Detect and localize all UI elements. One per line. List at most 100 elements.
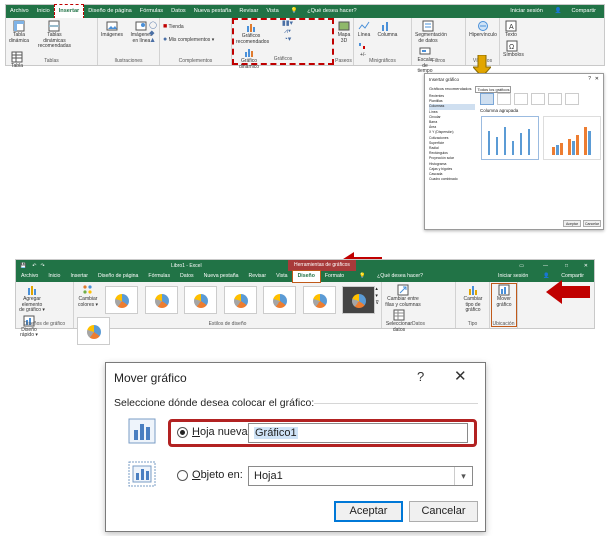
hyperlink-button[interactable]: Hipervínculo (468, 19, 498, 39)
chart-style-6[interactable] (302, 286, 336, 314)
subtype-3d-column-icon[interactable] (565, 93, 579, 105)
tab-vista[interactable]: Vista (262, 5, 282, 18)
insert-chart-dialog: Insertar gráfico ? ✕ Gráficos recomendad… (424, 73, 604, 230)
chart-preview-1[interactable] (481, 116, 539, 160)
change-colors-button[interactable]: Cambiar colores ▾ (76, 283, 100, 308)
map-3d-button[interactable]: Mapa 3D (336, 19, 352, 44)
shapes-icon[interactable]: ◯ ◆ ▲ (149, 21, 157, 44)
cancel-button[interactable]: Cancelar (409, 501, 478, 522)
undo-icon[interactable]: ↶ (30, 263, 38, 269)
insert-chart-close-icon[interactable]: ✕ (595, 76, 599, 82)
subtype-clustered-column-icon[interactable] (480, 93, 494, 105)
tell-me-box[interactable]: 💡 ¿Qué desea hacer? (283, 5, 365, 18)
quick-access-save-icon[interactable]: 💾 (16, 263, 30, 269)
insert-chart-ok-button[interactable]: Aceptar (563, 220, 581, 227)
tab2-archivo[interactable]: Archivo (16, 271, 43, 282)
minimize-icon[interactable]: — (543, 263, 548, 269)
gallery-scroll-icon[interactable]: ▴ ▾ ⊽ (375, 286, 379, 307)
tab-archivo[interactable]: Archivo (6, 5, 33, 18)
my-addins-button[interactable]: ● Mis complementos ▾ (162, 36, 229, 44)
tab-insertar[interactable]: Insertar (53, 4, 85, 19)
tab-inicio[interactable]: Inicio (33, 5, 54, 18)
prompt-divider (314, 403, 478, 404)
new-sheet-radio[interactable] (177, 427, 188, 438)
chart-style-1[interactable] (105, 286, 139, 314)
pictures-button[interactable]: Imágenes (100, 19, 124, 39)
tab2-insertar[interactable]: Insertar (65, 271, 93, 282)
insert-chart-help[interactable]: ? (588, 76, 591, 82)
tab-all-charts[interactable]: Todos los gráficos (475, 86, 512, 93)
change-chart-type-button[interactable]: Cambiar tipo de gráfico (458, 283, 488, 314)
chart-style-2[interactable] (144, 286, 178, 314)
tab2-inicio[interactable]: Inicio (43, 271, 65, 282)
add-chart-element-button[interactable]: Agregar elemento de gráfico ▾ (18, 283, 46, 314)
move-chart-help-button[interactable]: ? (417, 369, 424, 384)
subtype-3d-clustered-icon[interactable] (531, 93, 545, 105)
redo-icon[interactable]: ↷ (38, 263, 46, 269)
slicer-button[interactable]: Segmentación de datos (414, 19, 447, 44)
new-sheet-name-input[interactable]: Gráfico1 (248, 423, 468, 443)
chevron-down-icon[interactable]: ▾ (454, 467, 472, 485)
group-paseos: Mapa 3D Paseos (334, 18, 354, 65)
tab2-formulas[interactable]: Fórmulas (143, 271, 175, 282)
tab2-diseno-pagina[interactable]: Diseño de página (93, 271, 143, 282)
chart-style-7[interactable] (342, 286, 376, 314)
tab2-datos[interactable]: Datos (175, 271, 199, 282)
sparkline-line-button[interactable]: Línea (356, 19, 372, 39)
tab2-formato[interactable]: Formato (320, 271, 349, 282)
group-label-tablas: Tablas (44, 58, 59, 64)
tab-formulas[interactable]: Fórmulas (136, 5, 167, 18)
tab-diseno-pagina[interactable]: Diseño de página (84, 5, 136, 18)
text-button[interactable]: A Texto (502, 19, 520, 39)
tell-me-box-2[interactable]: 💡 ¿Qué desea hacer? (349, 271, 433, 282)
signin-link-2[interactable]: Iniciar sesión (493, 271, 533, 282)
tab2-revisar[interactable]: Revisar (244, 271, 272, 282)
maximize-icon[interactable]: □ (565, 263, 568, 269)
preview-2-bars (552, 127, 591, 155)
object-in-radio[interactable] (177, 470, 188, 481)
switch-row-column-button[interactable]: Cambiar entre filas y columnas (384, 283, 422, 308)
ribbon-insert: Archivo Inicio Insertar Diseño de página… (5, 4, 605, 74)
tab2-nueva-pestana[interactable]: Nueva pestaña (199, 271, 244, 282)
chart-style-3[interactable] (184, 286, 218, 314)
signin-link[interactable]: Iniciar sesión (506, 5, 547, 18)
chart-category-item[interactable]: Cuadro combinado (429, 177, 475, 182)
ribbon2-tabbar: Archivo Inicio Insertar Diseño de página… (16, 270, 594, 283)
share-button[interactable]: 👤 Compartir (547, 5, 604, 18)
move-chart-close-icon[interactable]: ✕ (454, 367, 467, 385)
tab-recommended-charts[interactable]: Gráficos recomendados (429, 86, 471, 93)
chart-style-5[interactable] (263, 286, 297, 314)
switch-row-column-label: Cambiar entre filas y columnas (385, 296, 421, 308)
subtype-stacked-column-icon[interactable] (497, 93, 511, 105)
sparkline-column-button[interactable]: Columna (376, 19, 397, 39)
chart-preview-2[interactable] (543, 116, 601, 160)
object-in-select[interactable]: Hoja1 ▾ (248, 466, 473, 486)
store-button[interactable]: ■ Tienda (162, 23, 229, 31)
recommended-chart-icon (247, 24, 255, 32)
ribbon-display-icon[interactable]: ▭ (519, 263, 524, 269)
window-close-icon[interactable]: ✕ (584, 263, 588, 269)
recommended-pivot-button[interactable]: Tablas dinámicas recomendadas (34, 19, 74, 50)
change-chart-type-label: Cambiar tipo de gráfico (463, 296, 483, 313)
tab-datos[interactable]: Datos (167, 5, 190, 18)
move-chart-button[interactable]: Mover gráfico (492, 283, 516, 308)
context-tab-title: Herramientas de gráficos (288, 260, 356, 271)
chart-type-gallery[interactable]: ▮▮▾ ⩘▾ ◔▾ (271, 20, 303, 44)
slicer-label: Segmentación de datos (415, 32, 447, 44)
sparkline-winloss-label: +/- (360, 51, 366, 58)
pivot-table-button[interactable]: Tabla dinámica (8, 19, 30, 44)
subtype-3d-stacked-icon[interactable] (548, 93, 562, 105)
sparkline-winloss-button[interactable]: +/- (356, 39, 370, 59)
symbols-button[interactable]: Ω Símbolos (502, 39, 524, 59)
window-titlebar: 💾 ↶ ↷ Libro1 - Excel Herramientas de grá… (16, 260, 594, 271)
recommended-charts-button[interactable]: Gráficos recomendados (235, 20, 269, 45)
tab-nueva-pestana[interactable]: Nueva pestaña (190, 5, 236, 18)
tab2-diseno[interactable]: Diseño (291, 270, 321, 283)
subtype-100-column-icon[interactable] (514, 93, 528, 105)
insert-chart-cancel-button[interactable]: Cancelar (583, 220, 601, 227)
ok-button[interactable]: Aceptar (334, 501, 403, 522)
style-8-pie-icon (87, 325, 101, 339)
tab-revisar[interactable]: Revisar (235, 5, 262, 18)
chart-style-4[interactable] (223, 286, 257, 314)
tab2-vista[interactable]: Vista (271, 271, 292, 282)
